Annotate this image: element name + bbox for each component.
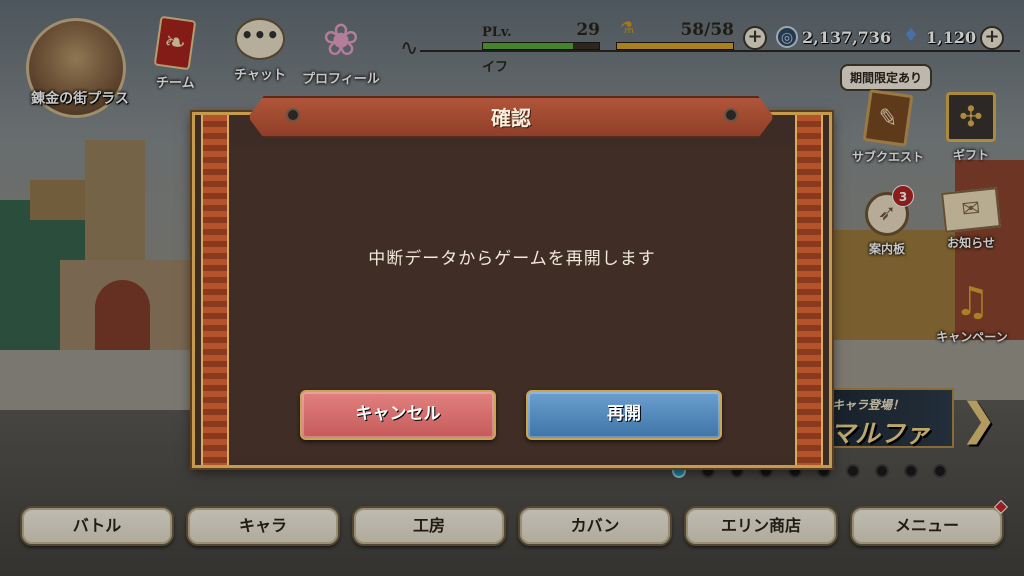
dialog-title: 確認 — [491, 106, 531, 130]
dialog-border-right — [795, 115, 823, 465]
cancel-button[interactable]: キャンセル — [300, 390, 496, 440]
confirm-dialog — [192, 112, 832, 468]
resume-button[interactable]: 再開 — [526, 390, 722, 440]
dialog-border-left — [201, 115, 229, 465]
dialog-message: 中断データからゲームを再開します — [368, 249, 656, 269]
